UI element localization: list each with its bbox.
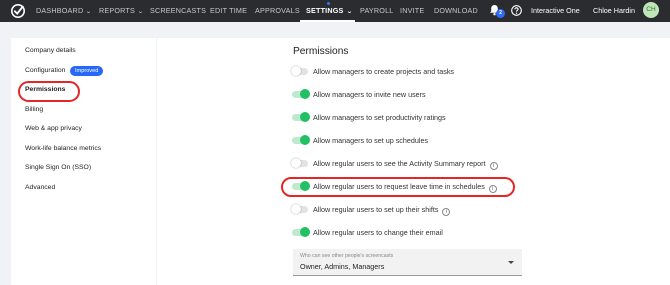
permission-label: Allow managers to set productivity ratin… — [313, 113, 446, 122]
toggle-setup-shifts[interactable] — [291, 204, 308, 214]
info-icon[interactable]: i — [489, 162, 498, 170]
nav-invite[interactable]: INVITE — [400, 0, 424, 22]
active-tab-underline — [300, 20, 355, 22]
permission-row-change-email: Allow regular users to change their emai… — [292, 226, 532, 240]
permission-label: Allow regular users to see the Activity … — [313, 159, 486, 168]
select-label: Who can see other people's screencasts — [300, 253, 394, 259]
toggle-knob — [300, 112, 310, 122]
sidebar-item-configuration[interactable]: Configuration — [25, 67, 65, 74]
nav-reports[interactable]: REPORTS ⌄ — [99, 0, 145, 22]
nav-edit-time[interactable]: EDIT TIME — [210, 0, 247, 22]
logo-icon[interactable] — [10, 3, 26, 19]
help-icon[interactable] — [511, 5, 522, 16]
permission-label: Allow managers to invite new users — [313, 90, 426, 99]
organization-name[interactable]: Interactive One — [531, 0, 580, 22]
top-nav: DASHBOARD ⌄ REPORTS ⌄ SCREENCASTS EDIT TIM… — [0, 0, 670, 22]
toggle-change-email[interactable] — [292, 227, 310, 237]
avatar[interactable]: CH — [643, 2, 659, 18]
toggle-productivity-ratings[interactable] — [292, 112, 310, 122]
sidebar-item-company-details[interactable]: Company details — [25, 47, 76, 54]
permission-label: Allow managers to set up schedules — [313, 136, 429, 145]
highlight-circle-permissions — [18, 81, 80, 102]
caret-down-icon — [508, 261, 514, 264]
nav-dashboard[interactable]: DASHBOARD ⌄ — [36, 0, 92, 22]
sidebar-item-work-life-balance[interactable]: Work-life balance metrics — [25, 145, 101, 152]
toggle-knob — [291, 204, 301, 214]
permission-label: Allow regular users to set up their shif… — [313, 205, 439, 214]
permission-row-setup-schedules: Allow managers to set up schedules — [292, 134, 532, 148]
nav-label: REPORTS — [99, 6, 136, 15]
toggle-knob — [300, 227, 310, 237]
permission-label-wrap: Allow regular users to see the Activity … — [313, 157, 498, 171]
permission-row-productivity-ratings: Allow managers to set productivity ratin… — [292, 111, 532, 125]
permission-label-wrap: Allow regular users to set up their shif… — [313, 203, 451, 217]
toggle-activity-summary[interactable] — [291, 158, 308, 168]
nav-approvals[interactable]: APPROVALS — [255, 0, 300, 22]
permission-row-setup-shifts: Allow regular users to set up their shif… — [291, 203, 532, 217]
nav-label: DASHBOARD — [36, 6, 84, 15]
screencast-visibility-select[interactable]: Who can see other people's screencasts O… — [293, 249, 522, 276]
toggle-setup-schedules[interactable] — [292, 135, 310, 145]
nav-screencasts[interactable]: SCREENCASTS — [150, 0, 206, 22]
permission-row-create-projects: Allow managers to create projects and ta… — [291, 65, 532, 79]
toggle-knob — [291, 158, 301, 168]
permission-label: Allow regular users to change their emai… — [313, 228, 443, 237]
permission-row-activity-summary: Allow regular users to see the Activity … — [291, 157, 532, 171]
permission-row-invite-users: Allow managers to invite new users — [292, 88, 532, 102]
nav-payroll[interactable]: PAYROLL — [360, 0, 394, 22]
sidebar-item-sso[interactable]: Single Sign On (SSO) — [25, 164, 91, 171]
improved-badge: Improved — [70, 66, 104, 76]
select-value: Owner, Admins, Managers — [300, 262, 385, 271]
nav-label: SETTINGS — [306, 6, 344, 15]
page-title: Permissions — [293, 46, 349, 57]
highlight-circle-request-leave — [281, 177, 515, 197]
toggle-invite-users[interactable] — [292, 89, 310, 99]
chevron-down-icon: ⌄ — [137, 9, 145, 15]
info-icon[interactable]: i — [442, 208, 451, 216]
user-name[interactable]: Chloe Hardin — [593, 0, 635, 22]
sidebar-item-advanced[interactable]: Advanced — [25, 184, 55, 191]
notification-count-badge: 2 — [496, 9, 505, 18]
chevron-down-icon: ⌄ — [85, 9, 93, 15]
permission-label: Allow managers to create projects and ta… — [313, 67, 455, 76]
toggle-create-projects[interactable] — [291, 66, 308, 76]
nav-download[interactable]: DOWNLOAD — [434, 0, 478, 22]
sidebar-item-web-app-privacy[interactable]: Web & app privacy — [25, 125, 82, 132]
toggle-knob — [300, 89, 310, 99]
toggle-knob — [291, 66, 301, 76]
toggle-knob — [300, 135, 310, 145]
active-indicator-dot — [327, 2, 330, 5]
sidebar-item-billing[interactable]: Billing — [25, 106, 43, 113]
